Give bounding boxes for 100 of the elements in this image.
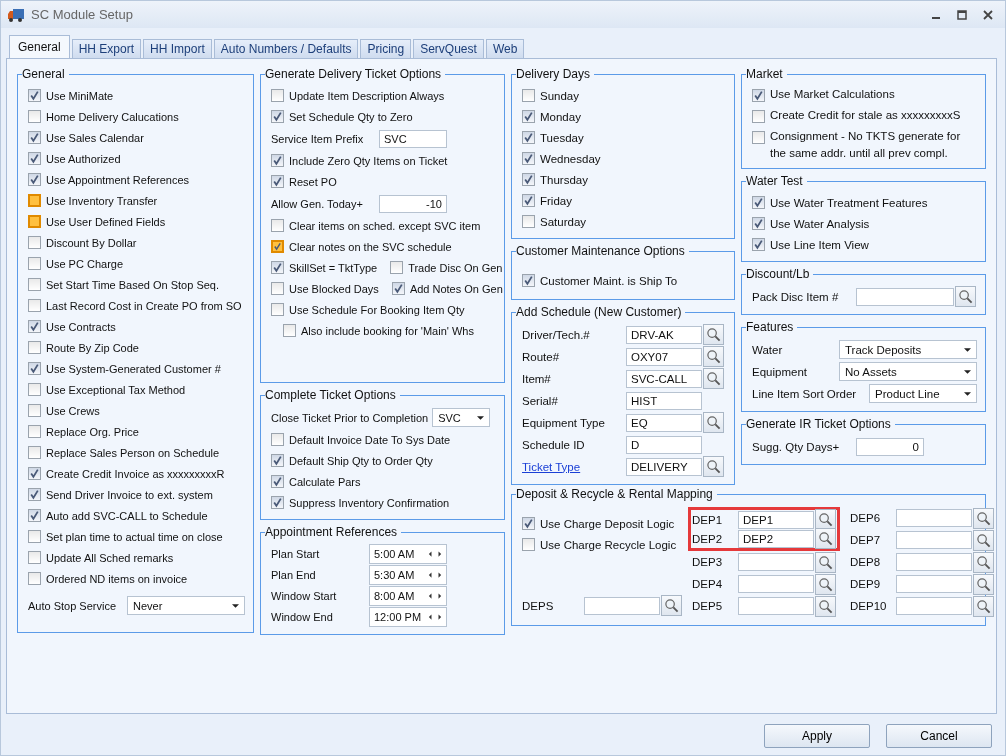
checkbox[interactable]	[28, 509, 41, 522]
checkbox[interactable]	[28, 89, 41, 102]
checkbox[interactable]	[28, 131, 41, 144]
input-field[interactable]	[896, 575, 972, 593]
checkbox[interactable]	[28, 572, 41, 585]
tab[interactable]: Pricing	[360, 39, 412, 58]
checkbox[interactable]	[28, 194, 41, 207]
time-field[interactable]: 5:00 AM	[369, 544, 447, 564]
search-button[interactable]	[815, 551, 836, 573]
checkbox[interactable]	[28, 278, 41, 291]
checkbox[interactable]	[28, 551, 41, 564]
input-field[interactable]: DELIVERY	[626, 457, 702, 476]
search-button[interactable]	[973, 573, 994, 595]
checkbox[interactable]	[390, 261, 404, 274]
checkbox[interactable]	[28, 152, 41, 165]
checkbox[interactable]	[522, 517, 535, 530]
checkbox[interactable]	[271, 282, 284, 295]
search-button[interactable]	[973, 595, 994, 617]
checkbox[interactable]	[752, 217, 765, 230]
input-field[interactable]: DEP1	[738, 510, 814, 529]
checkbox[interactable]	[28, 467, 41, 480]
checkbox[interactable]	[522, 110, 535, 123]
dropdown[interactable]: SVC	[432, 408, 491, 427]
input-field[interactable]: 0	[856, 437, 924, 456]
checkbox[interactable]	[28, 530, 41, 543]
checkbox[interactable]	[522, 131, 535, 144]
tab[interactable]: Auto Numbers / Defaults	[213, 39, 359, 58]
close-icon[interactable]	[983, 9, 993, 20]
search-button[interactable]	[703, 412, 724, 433]
checkbox[interactable]	[391, 282, 405, 295]
dropdown[interactable]: Product Line	[869, 384, 977, 403]
checkbox[interactable]	[271, 110, 284, 123]
checkbox[interactable]	[271, 454, 284, 467]
input-field[interactable]: SVC-CALL	[626, 369, 702, 388]
input-field[interactable]	[584, 596, 660, 615]
checkbox[interactable]	[271, 496, 284, 509]
checkbox[interactable]	[271, 240, 284, 253]
checkbox[interactable]	[28, 383, 41, 396]
checkbox[interactable]	[752, 196, 765, 209]
input-field[interactable]	[856, 287, 954, 306]
checkbox[interactable]	[28, 257, 41, 270]
search-button[interactable]	[661, 595, 682, 616]
input-field[interactable]	[896, 553, 972, 571]
time-field[interactable]: 8:00 AM	[369, 586, 447, 606]
checkbox[interactable]	[28, 173, 41, 186]
checkbox[interactable]	[522, 152, 535, 165]
checkbox[interactable]	[752, 89, 765, 102]
checkbox[interactable]	[522, 89, 535, 102]
time-field[interactable]: 12:00 PM	[369, 607, 447, 627]
checkbox[interactable]	[271, 154, 284, 167]
input-field[interactable]	[738, 575, 814, 593]
search-button[interactable]	[703, 368, 724, 389]
ticket-type-link[interactable]: Ticket Type	[522, 460, 626, 473]
checkbox[interactable]	[752, 238, 765, 251]
checkbox[interactable]	[28, 404, 41, 417]
input-field[interactable]: OXY07	[626, 347, 702, 366]
checkbox[interactable]	[752, 131, 765, 144]
dropdown[interactable]: No Assets	[839, 362, 977, 381]
checkbox[interactable]	[28, 320, 41, 333]
checkbox[interactable]	[28, 110, 41, 123]
input-field[interactable]: DEP2	[738, 529, 814, 548]
checkbox[interactable]	[522, 173, 535, 186]
search-button[interactable]	[703, 346, 724, 367]
search-button[interactable]	[955, 286, 976, 307]
tab[interactable]: HH Export	[71, 39, 142, 58]
search-button[interactable]	[815, 573, 836, 595]
checkbox[interactable]	[271, 475, 284, 488]
search-button[interactable]	[703, 324, 724, 345]
apply-button[interactable]: Apply	[764, 724, 870, 748]
checkbox[interactable]	[522, 274, 535, 287]
tab[interactable]: HH Import	[143, 39, 212, 58]
checkbox[interactable]	[28, 446, 41, 459]
input-field[interactable]: SVC	[379, 129, 447, 148]
input-field[interactable]	[896, 509, 972, 527]
input-field[interactable]: -10	[379, 194, 447, 213]
cancel-button[interactable]: Cancel	[886, 724, 992, 748]
checkbox[interactable]	[271, 89, 284, 102]
tab[interactable]: General	[9, 35, 70, 58]
input-field[interactable]: HIST	[626, 391, 702, 410]
checkbox[interactable]	[28, 362, 41, 375]
search-button[interactable]	[815, 595, 836, 617]
checkbox[interactable]	[271, 261, 284, 274]
time-field[interactable]: 5:30 AM	[369, 565, 447, 585]
input-field[interactable]: D	[626, 435, 702, 454]
checkbox[interactable]	[28, 488, 41, 501]
search-button[interactable]	[973, 529, 994, 551]
checkbox[interactable]	[522, 538, 535, 551]
input-field[interactable]: EQ	[626, 413, 702, 432]
checkbox[interactable]	[752, 110, 765, 123]
checkbox[interactable]	[28, 425, 41, 438]
input-field[interactable]	[896, 531, 972, 549]
input-field[interactable]	[738, 553, 814, 571]
search-button[interactable]	[815, 509, 836, 530]
checkbox[interactable]	[28, 341, 41, 354]
maximize-icon[interactable]	[957, 9, 967, 20]
checkbox[interactable]	[271, 303, 284, 316]
input-field[interactable]	[896, 597, 972, 615]
checkbox[interactable]	[271, 175, 284, 188]
dropdown[interactable]: Track Deposits	[839, 340, 977, 359]
input-field[interactable]	[738, 597, 814, 615]
